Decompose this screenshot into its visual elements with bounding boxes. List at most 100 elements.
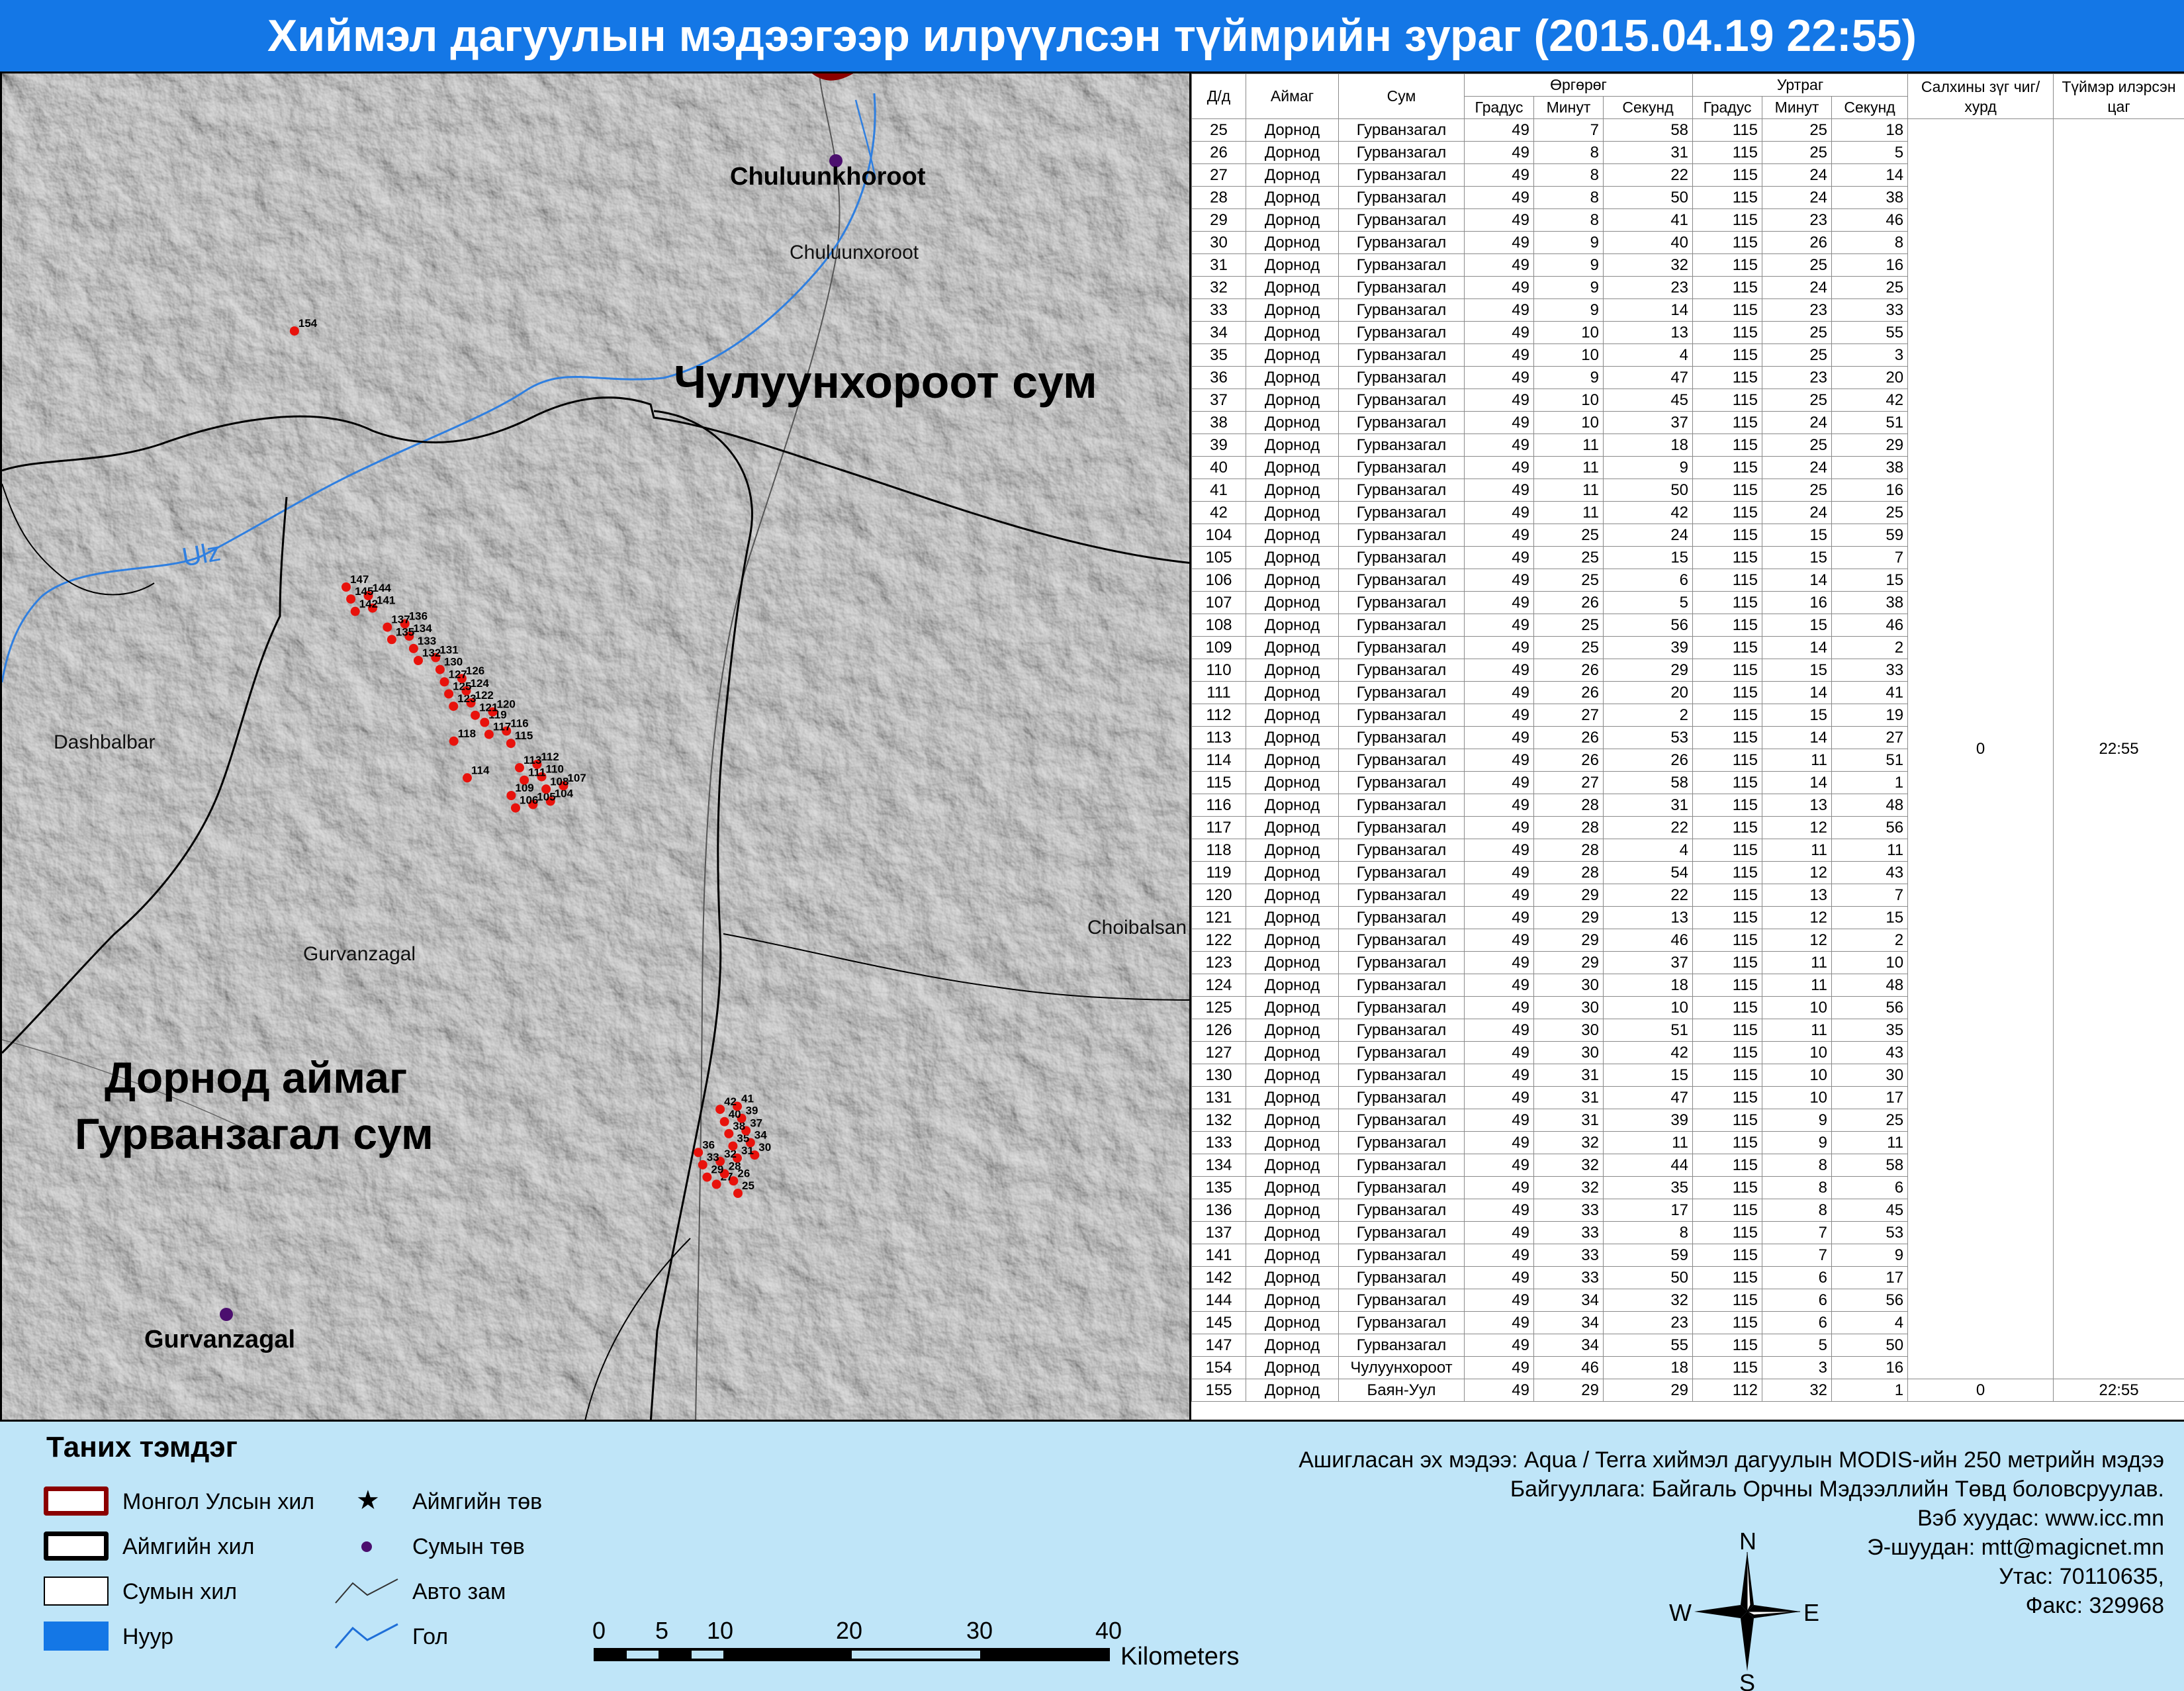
- cell-lat-sec: 47: [1604, 1087, 1693, 1109]
- label-chuluunkhoroot-center: Chuluunkhoroot: [730, 163, 926, 191]
- cell-dd: 131: [1192, 1087, 1246, 1109]
- cell-dd: 28: [1192, 187, 1246, 209]
- fire-point[interactable]: [449, 737, 459, 746]
- cell-aimag: Дорнод: [1246, 187, 1339, 209]
- cell-dd: 134: [1192, 1154, 1246, 1177]
- cell-lon-min: 25: [1762, 434, 1832, 457]
- cell-sum: Гурванзагал: [1339, 1312, 1465, 1334]
- cell-lon-deg: 115: [1693, 232, 1762, 254]
- fire-point[interactable]: [471, 711, 480, 720]
- cell-lon-deg: 115: [1693, 1357, 1762, 1379]
- fire-point[interactable]: [520, 776, 529, 785]
- legend-aimag-label: Аймгийн хил: [122, 1534, 254, 1560]
- cell-lon-min: 15: [1762, 524, 1832, 547]
- fire-point[interactable]: [506, 739, 516, 748]
- cell-lon-deg: 115: [1693, 547, 1762, 569]
- cell-lat-deg: 49: [1465, 1042, 1534, 1064]
- scale-label-20: 20: [836, 1617, 862, 1644]
- fire-point[interactable]: [440, 677, 449, 686]
- cell-lon-sec: 20: [1832, 367, 1908, 389]
- cell-lat-deg: 49: [1465, 412, 1534, 434]
- fire-point-label: 122: [475, 689, 494, 702]
- fire-point[interactable]: [387, 635, 396, 644]
- fire-point[interactable]: [341, 582, 351, 592]
- header-lat-min: Минут: [1534, 97, 1604, 119]
- fire-point[interactable]: [449, 702, 458, 711]
- cell-dd: 39: [1192, 434, 1246, 457]
- cell-lon-sec: 5: [1832, 142, 1908, 164]
- fire-point[interactable]: [515, 763, 524, 772]
- cell-lat-sec: 50: [1604, 1267, 1693, 1289]
- fire-point[interactable]: [346, 594, 355, 604]
- cell-lon-deg: 115: [1693, 997, 1762, 1019]
- header-longitude: Уртраг: [1693, 74, 1908, 97]
- fire-point[interactable]: [728, 1142, 737, 1151]
- fire-point[interactable]: [694, 1148, 703, 1157]
- cell-lon-sec: 46: [1832, 614, 1908, 637]
- fire-point[interactable]: [480, 718, 489, 727]
- cell-lat-min: 9: [1534, 367, 1604, 389]
- map-panel[interactable]: 2526272829303132333435363738394041421041…: [0, 71, 1191, 1422]
- cell-lon-deg: 115: [1693, 592, 1762, 614]
- fire-point[interactable]: [463, 773, 472, 782]
- south-label: S: [1739, 1669, 1755, 1691]
- cell-lat-min: 32: [1534, 1177, 1604, 1199]
- cell-lon-min: 10: [1762, 1087, 1832, 1109]
- fire-point[interactable]: [702, 1173, 711, 1182]
- cell-lon-min: 13: [1762, 794, 1832, 817]
- cell-lon-deg: 115: [1693, 1289, 1762, 1312]
- cell-dd: 37: [1192, 389, 1246, 412]
- cell-lat-min: 34: [1534, 1312, 1604, 1334]
- cell-lon-min: 12: [1762, 817, 1832, 839]
- fire-point[interactable]: [715, 1105, 725, 1114]
- cell-lon-min: 8: [1762, 1154, 1832, 1177]
- cell-sum: Гурванзагал: [1339, 839, 1465, 862]
- cell-sum: Гурванзагал: [1339, 569, 1465, 592]
- cell-aimag: Дорнод: [1246, 277, 1339, 299]
- fire-point[interactable]: [733, 1189, 743, 1198]
- cell-lat-deg: 49: [1465, 142, 1534, 164]
- cell-lat-sec: 23: [1604, 1312, 1693, 1334]
- fire-point[interactable]: [511, 803, 520, 813]
- cell-lat-deg: 49: [1465, 614, 1534, 637]
- fire-point[interactable]: [409, 644, 418, 653]
- cell-lat-sec: 41: [1604, 209, 1693, 232]
- cell-lon-deg: 115: [1693, 209, 1762, 232]
- table-row: 25ДорнодГурванзагал497581152518022:55: [1192, 119, 2184, 142]
- cell-lon-deg: 115: [1693, 704, 1762, 727]
- cell-lon-min: 11: [1762, 1019, 1832, 1042]
- fire-point[interactable]: [724, 1129, 733, 1138]
- cell-lon-sec: 11: [1832, 1132, 1908, 1154]
- fire-point[interactable]: [720, 1117, 729, 1126]
- fire-point[interactable]: [484, 730, 494, 739]
- cell-sum: Гурванзагал: [1339, 209, 1465, 232]
- cell-dd: 120: [1192, 884, 1246, 907]
- fire-point[interactable]: [541, 784, 551, 794]
- cell-lat-min: 30: [1534, 997, 1604, 1019]
- cell-lon-deg: 115: [1693, 119, 1762, 142]
- cell-sum: Гурванзагал: [1339, 682, 1465, 704]
- cell-lon-deg: 112: [1693, 1379, 1762, 1402]
- cell-lon-min: 16: [1762, 592, 1832, 614]
- fire-point[interactable]: [435, 665, 445, 674]
- label-dashbalbar: Dashbalbar: [54, 731, 155, 753]
- fire-point[interactable]: [290, 326, 299, 336]
- cell-lat-deg: 49: [1465, 1312, 1534, 1334]
- cell-aimag: Дорнод: [1246, 794, 1339, 817]
- cell-lat-min: 33: [1534, 1267, 1604, 1289]
- cell-sum: Гурванзагал: [1339, 997, 1465, 1019]
- fire-point[interactable]: [506, 791, 516, 800]
- fire-point[interactable]: [383, 623, 392, 632]
- cell-lon-sec: 19: [1832, 704, 1908, 727]
- fire-point[interactable]: [698, 1160, 707, 1169]
- cell-lon-min: 24: [1762, 457, 1832, 479]
- fire-point[interactable]: [712, 1179, 721, 1189]
- map-canvas[interactable]: 2526272829303132333435363738394041421041…: [2, 73, 1191, 1422]
- fire-point[interactable]: [444, 689, 453, 698]
- fire-point[interactable]: [351, 607, 360, 616]
- fire-point[interactable]: [414, 656, 423, 665]
- cell-lat-min: 25: [1534, 547, 1604, 569]
- cell-lat-deg: 49: [1465, 569, 1534, 592]
- cell-lon-min: 25: [1762, 142, 1832, 164]
- cell-lat-min: 29: [1534, 929, 1604, 952]
